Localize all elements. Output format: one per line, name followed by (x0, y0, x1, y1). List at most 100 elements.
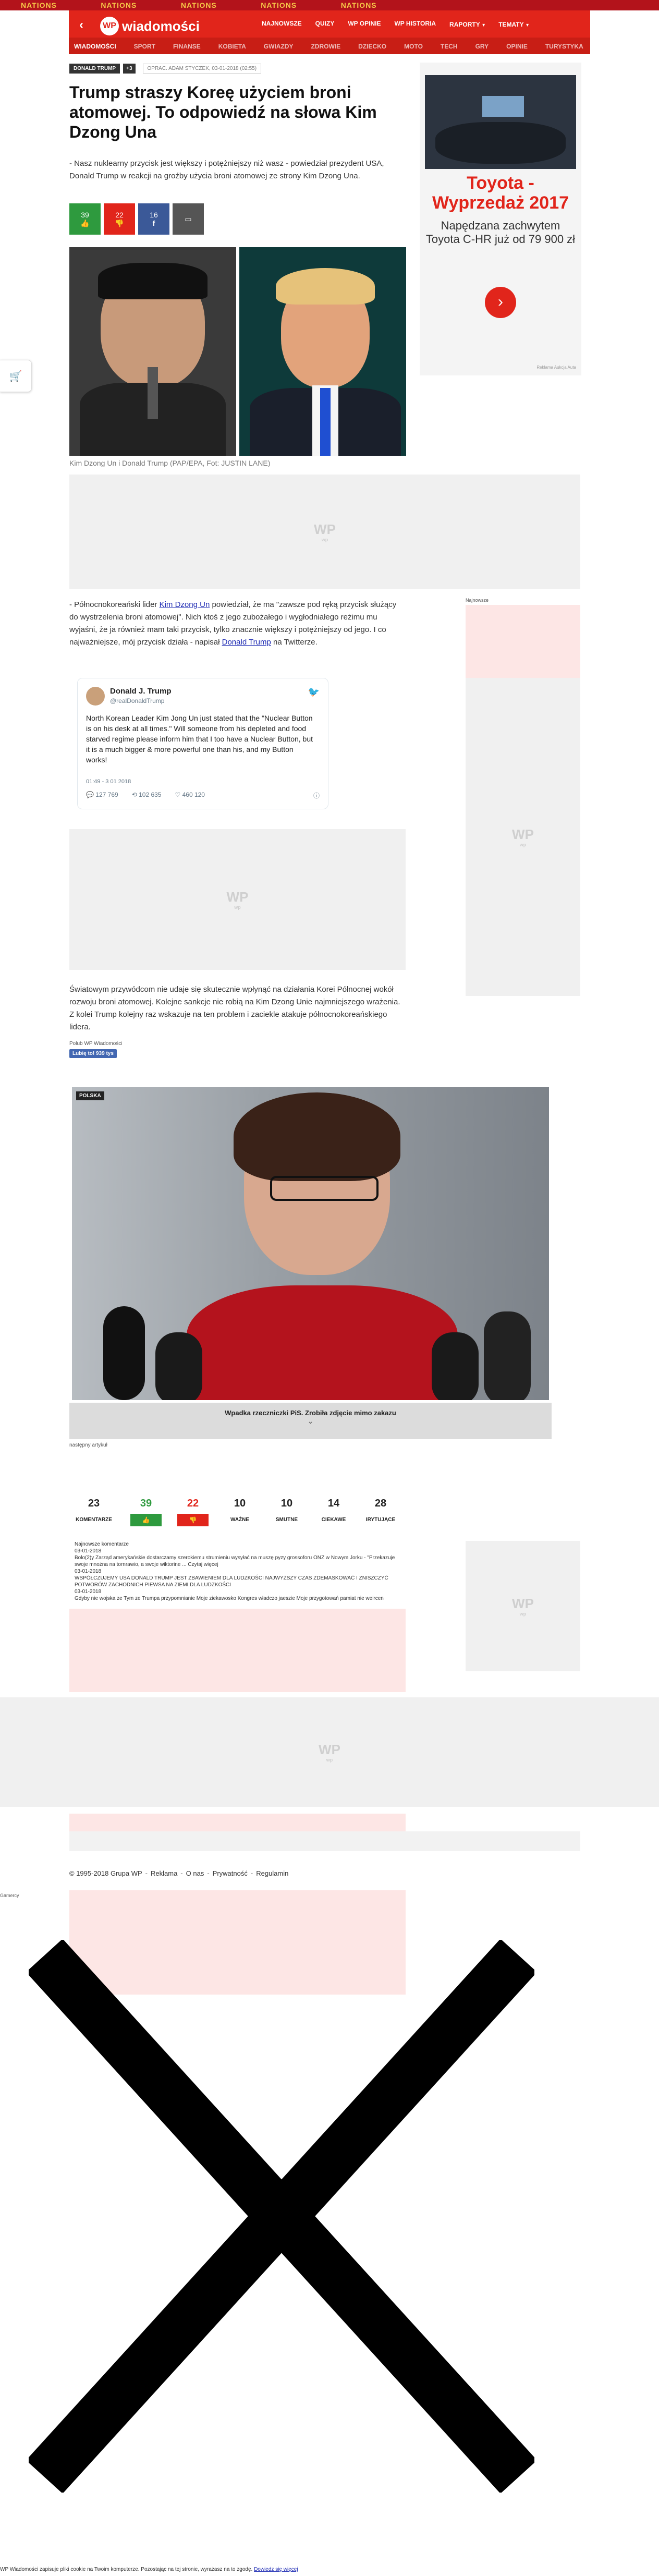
chevron-right-icon[interactable]: › (485, 287, 516, 318)
comments-preview: Najnowsze komentarze 03-01-2018 Bolo(2)y… (75, 1541, 398, 1602)
tweet-author-handle: @realDonaldTrump (110, 697, 165, 704)
comment-text[interactable]: WSPÓŁCZUJEMY USA DONALD TRUMP JEST ZBAWI… (75, 1575, 398, 1588)
section-dziecko[interactable]: DZIECKO (358, 43, 386, 50)
comment-text[interactable]: Bolo(2)y Zarząd amerykańskie dostarczamy… (75, 1554, 398, 1568)
stat-value: 10 (280, 1498, 293, 1509)
ad-text: Napędzana zachwytem Toyota C-HR już od 7… (425, 219, 576, 246)
footer-link-regulamin[interactable]: Regulamin (256, 1869, 288, 1877)
footer: © 1995-2018 Grupa WP - Reklama - O nas -… (69, 1869, 288, 1877)
retweet-action[interactable]: ⟲ 102 635 (132, 791, 162, 798)
footer-separator: - (207, 1869, 210, 1877)
section-wiadomosci[interactable]: WIADOMOŚCI (74, 43, 116, 50)
tag-more[interactable]: +3 (123, 64, 136, 74)
logo-text: wiadomości (122, 18, 200, 34)
section-gwiazdy[interactable]: GWIAZDY (264, 43, 294, 50)
stat-wazne[interactable]: 10 WAŻNE (219, 1494, 261, 1536)
main-nav: NAJNOWSZE QUIZY WP OPINIE WP HISTORIA RA… (262, 20, 529, 29)
back-icon[interactable]: ‹ (79, 18, 83, 32)
section-moto[interactable]: MOTO (404, 43, 423, 50)
section-kobieta[interactable]: KOBIETA (218, 43, 246, 50)
section-sport[interactable]: SPORT (134, 43, 155, 50)
related-caption-bar[interactable]: Wpadka rzeczniczki PiS. Zrobiła zdjęcie … (69, 1403, 552, 1439)
sidebar-ad[interactable]: Toyota - Wyprzedaż 2017 Napędzana zachwy… (420, 63, 581, 375)
site-logo[interactable]: WP wiadomości (100, 17, 200, 35)
banner-text: NATIONS (101, 1, 137, 9)
nav-historia[interactable]: WP HISTORIA (394, 20, 436, 29)
stat-irytujace[interactable]: 28 IRYTUJĄCE (360, 1494, 401, 1536)
nav-quizy[interactable]: QUIZY (315, 20, 335, 29)
related-article-image[interactable]: POLSKA (72, 1087, 549, 1400)
car-interior-image (425, 75, 576, 169)
comment-text[interactable]: Gdyby nie wojska ze Tym ze Trumpa przypo… (75, 1595, 398, 1602)
facebook-like-button[interactable]: Lubię to! 939 tys (69, 1049, 117, 1058)
banner-text: NATIONS (340, 1, 377, 9)
heart-icon: ♡ (175, 791, 181, 798)
stat-dislike[interactable]: 22 👎 (172, 1494, 214, 1536)
embedded-tweet[interactable]: Donald J. Trump @realDonaldTrump 🐦 North… (77, 678, 328, 809)
section-gry[interactable]: GRY (475, 43, 489, 50)
section-tech[interactable]: TECH (441, 43, 458, 50)
section-nav: WIADOMOŚCI SPORT FINANSE KOBIETA GWIAZDY… (69, 38, 590, 54)
article-paragraph: Światowym przywódcom nie udaje się skute… (69, 985, 400, 1031)
comment-button[interactable]: ▭ (173, 203, 204, 235)
wp-watermark-icon: WP wp (319, 1742, 340, 1763)
thumbs-up-icon: 👍 (130, 1514, 162, 1526)
nav-najnowsze[interactable]: NAJNOWSZE (262, 20, 302, 29)
comment-date: 03-01-2018 (75, 1569, 102, 1574)
avatar (86, 687, 105, 706)
article-lead: - Nasz nuklearny przycisk jest większy i… (69, 159, 384, 180)
sidebar-label: Najnowsze (466, 598, 489, 603)
stat-ciekawe[interactable]: 14 CIEKAWE (313, 1494, 355, 1536)
section-finanse[interactable]: FINANSE (173, 43, 201, 50)
reply-action[interactable]: 💬 127 769 (86, 791, 118, 798)
stat-value: 14 (327, 1498, 340, 1509)
footer-link-o-nas[interactable]: O nas (186, 1869, 204, 1877)
stat-comments[interactable]: 23 KOMENTARZE (73, 1494, 115, 1536)
wp-watermark-icon: WP wp (314, 521, 336, 542)
info-icon[interactable]: ⓘ (313, 791, 320, 800)
dislike-counter[interactable]: 22 👎 (104, 203, 135, 235)
cookie-notice-text: WP Wiadomości zapisuje pliki cookie na T… (0, 2567, 253, 2572)
stat-label: CIEKAWE (321, 1517, 346, 1523)
cart-icon[interactable]: 🛒 (0, 360, 32, 392)
kim-dzong-un-link[interactable]: Kim Dzong Un (160, 600, 210, 609)
cookie-more-link[interactable]: Dowiedz się więcej (254, 2567, 298, 2572)
section-turystyka[interactable]: TURYSTYKA (545, 43, 583, 50)
comments-counter[interactable]: 39 👍 (69, 203, 101, 235)
paragraph-text: na Twitterze. (271, 638, 318, 647)
nav-tematy[interactable]: TEMATY (498, 21, 523, 28)
footer-separator: - (145, 1869, 148, 1877)
like-action[interactable]: ♡ 460 120 (175, 791, 205, 798)
image-caption: Kim Dzong Un i Donald Trump (PAP/EPA, Fo… (69, 459, 271, 467)
stat-like[interactable]: 39 👍 (125, 1494, 167, 1536)
nav-raporty[interactable]: RAPORTY (449, 21, 480, 28)
stat-smutne[interactable]: 10 SMUTNE (266, 1494, 308, 1536)
article-title: Trump straszy Koreę użyciem broni atomow… (69, 83, 377, 141)
thumbs-down-icon: 👎 (177, 1514, 209, 1526)
tag-donald-trump[interactable]: DONALD TRUMP (69, 64, 120, 74)
chevron-down-icon: ⌄ (307, 1417, 314, 1425)
footer-link-prywatnosc[interactable]: Prywatność (213, 1869, 248, 1877)
ad-placeholder: WP wp (466, 1541, 580, 1671)
nav-opinie[interactable]: WP OPINIE (348, 20, 381, 29)
comments-heading: Najnowsze komentarze (75, 1541, 129, 1547)
retweet-icon: ⟲ (131, 791, 137, 798)
top-banner-strip: NATIONS NATIONS NATIONS NATIONS NATIONS (0, 0, 659, 10)
facebook-count: 16 (150, 211, 158, 219)
section-opinie[interactable]: OPINIE (506, 43, 528, 50)
divider-bar (69, 1831, 580, 1851)
donald-trump-link[interactable]: Donald Trump (222, 638, 271, 647)
stat-value: 23 (88, 1498, 100, 1509)
twitter-bird-icon: 🐦 (308, 687, 320, 697)
facebook-share-button[interactable]: 16 f (138, 203, 169, 235)
footer-separator: - (180, 1869, 183, 1877)
ad-title: Toyota - Wyprzedaż 2017 (432, 173, 569, 213)
stat-value: 22 (187, 1498, 199, 1509)
footer-link-reklama[interactable]: Reklama (151, 1869, 177, 1877)
cookie-notice: WP Wiadomości zapisuje pliki cookie na T… (0, 2567, 298, 2572)
banner-text: NATIONS (261, 1, 297, 9)
close-icon[interactable] (29, 1940, 534, 2493)
stat-value: 10 (234, 1498, 246, 1509)
category-badge: POLSKA (76, 1091, 104, 1100)
section-zdrowie[interactable]: ZDROWIE (311, 43, 340, 50)
